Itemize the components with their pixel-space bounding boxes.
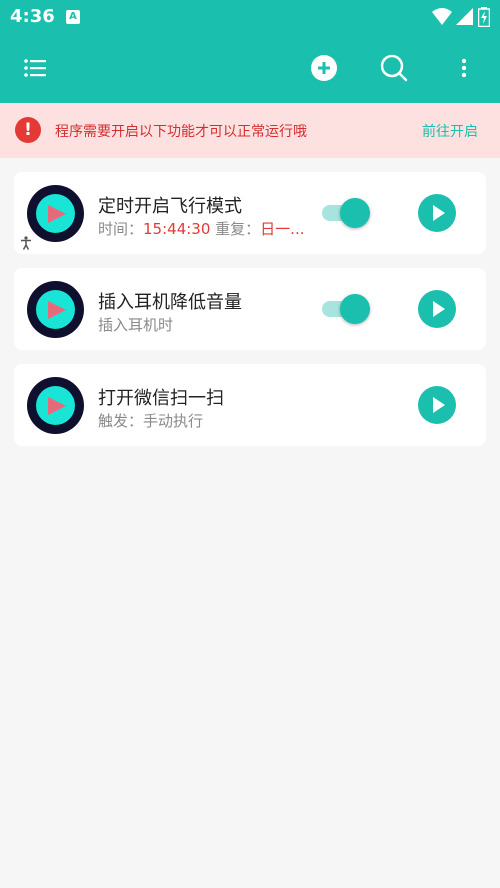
task-subtitle: 触发：手动执行	[98, 412, 204, 430]
status-icons	[432, 7, 490, 27]
status-bar: 4:36 A	[0, 0, 500, 34]
search-button[interactable]	[376, 50, 412, 86]
play-icon	[433, 205, 445, 221]
task-app-icon	[27, 281, 84, 338]
task-enable-switch[interactable]	[322, 198, 370, 228]
go-enable-link[interactable]: 前往开启	[422, 121, 478, 141]
task-card[interactable]: 插入耳机降低音量 插入耳机时	[14, 268, 486, 350]
run-task-button[interactable]	[418, 194, 456, 232]
warning-icon: !	[15, 117, 41, 143]
task-app-icon	[27, 185, 84, 242]
run-task-button[interactable]	[418, 386, 456, 424]
accessibility-icon	[21, 236, 31, 250]
run-task-button[interactable]	[418, 290, 456, 328]
search-icon	[380, 54, 408, 82]
signal-icon	[456, 8, 473, 25]
task-title: 定时开启飞行模式	[98, 196, 242, 217]
status-time: 4:36	[10, 6, 55, 27]
banner-message: 程序需要开启以下功能才可以正常运行哦	[55, 124, 307, 140]
menu-button[interactable]	[17, 50, 53, 86]
task-title: 插入耳机降低音量	[98, 292, 242, 313]
more-vert-icon	[461, 58, 467, 78]
list-menu-icon	[24, 59, 46, 77]
add-circle-icon	[311, 55, 337, 81]
task-card[interactable]: 定时开启飞行模式 时间：15:44:30 重复：日一...	[14, 172, 486, 254]
task-app-icon	[27, 377, 84, 434]
play-icon	[433, 301, 445, 317]
play-icon	[433, 397, 445, 413]
notification-icon: A	[66, 10, 80, 24]
task-card[interactable]: 打开微信扫一扫 触发：手动执行	[14, 364, 486, 446]
task-subtitle: 时间：15:44:30 重复：日一...	[98, 220, 305, 238]
task-title: 打开微信扫一扫	[98, 388, 224, 409]
battery-icon	[478, 7, 490, 27]
wifi-icon	[432, 8, 452, 25]
permission-banner: ! 程序需要开启以下功能才可以正常运行哦 前往开启	[0, 103, 500, 158]
app-bar: 4:36 A	[0, 0, 500, 103]
task-subtitle: 插入耳机时	[98, 316, 174, 334]
more-options-button[interactable]	[446, 50, 482, 86]
add-button[interactable]	[306, 50, 342, 86]
task-enable-switch[interactable]	[322, 294, 370, 324]
